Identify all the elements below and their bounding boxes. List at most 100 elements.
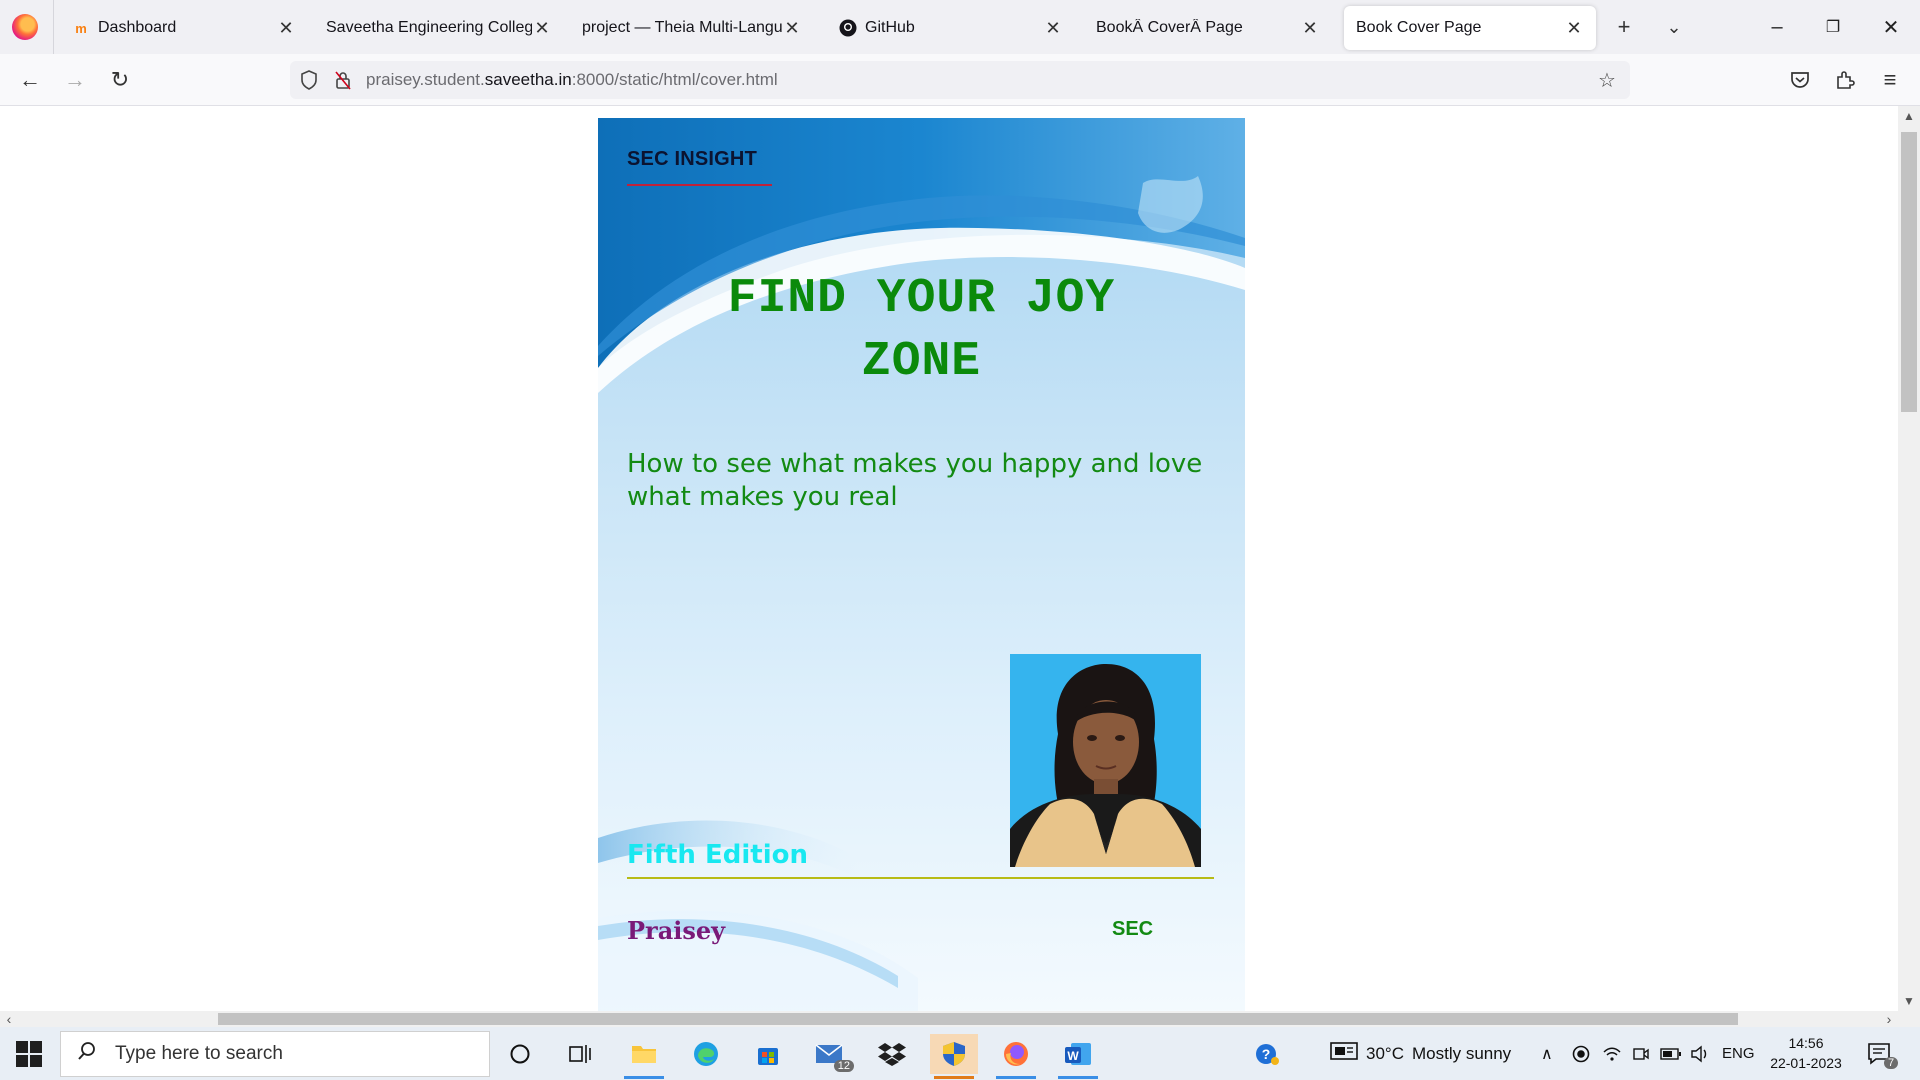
book-title: FIND YOUR JOY ZONE [618, 268, 1225, 394]
close-icon[interactable]: ✕ [1564, 18, 1584, 38]
tab-label: GitHub [865, 19, 915, 36]
weather-temperature: 30°C [1366, 1043, 1404, 1063]
url-bar[interactable]: praisey.student.saveetha.in:8000/static/… [290, 61, 1630, 99]
close-window-button[interactable]: ✕ [1868, 10, 1914, 44]
tab-book-cover[interactable]: Book Cover Page ✕ [1344, 6, 1596, 50]
firefox-icon[interactable] [12, 14, 38, 40]
svg-text:W: W [1067, 1049, 1079, 1063]
restore-button[interactable]: ❐ [1810, 10, 1856, 44]
tab-book-cover-encoded[interactable]: BookÂ CoverÂ Page ✕ [1084, 6, 1332, 50]
page-viewport: SEC INSIGHT FIND YOUR JOY ZONE How to se… [0, 106, 1898, 1011]
file-explorer-icon[interactable] [620, 1034, 668, 1079]
volume-icon[interactable] [1690, 1027, 1710, 1080]
task-view-icon[interactable] [556, 1034, 604, 1074]
vertical-scrollbar[interactable]: ▲ ▼ [1898, 106, 1920, 1011]
battery-icon[interactable] [1660, 1027, 1682, 1080]
tab-label: Book Cover Page [1356, 19, 1482, 36]
security-shield-icon[interactable] [930, 1034, 978, 1079]
scroll-down-icon[interactable]: ▼ [1898, 991, 1920, 1011]
mail-icon[interactable]: 12 [806, 1034, 854, 1074]
series-label: SEC INSIGHT [627, 148, 757, 170]
edition-divider [627, 877, 1214, 879]
tab-label: BookÂ CoverÂ Page [1096, 19, 1243, 36]
insecure-lock-icon[interactable] [332, 69, 354, 91]
mail-badge: 12 [833, 1060, 854, 1072]
title-line: ZONE [861, 335, 982, 389]
tab-separator [53, 0, 54, 54]
scroll-left-icon[interactable]: ‹ [0, 1011, 18, 1027]
horizontal-scroll-thumb[interactable] [218, 1013, 1738, 1025]
horizontal-scrollbar[interactable]: ‹ › [0, 1011, 1898, 1027]
search-icon [77, 1041, 103, 1067]
weather-description: Mostly sunny [1411, 1043, 1512, 1063]
active-indicator [996, 1076, 1036, 1079]
edition-label: Fifth Edition [627, 840, 808, 870]
edge-icon[interactable] [682, 1034, 730, 1074]
navigation-bar: ← → ↻ praisey.student.saveetha.in:8000/s… [0, 54, 1920, 106]
word-icon[interactable]: W [1054, 1034, 1102, 1079]
title-line: FIND YOUR JOY [727, 272, 1116, 326]
meet-now-icon[interactable] [1632, 1027, 1650, 1080]
new-tab-button[interactable]: + [1609, 12, 1639, 42]
cortana-icon[interactable] [496, 1034, 544, 1074]
taskbar-search-box[interactable]: Type here to search [60, 1031, 490, 1077]
close-icon[interactable]: ✕ [1300, 18, 1320, 38]
forward-button[interactable]: → [59, 64, 91, 96]
moodle-icon: m [75, 20, 87, 36]
wifi-icon[interactable] [1602, 1027, 1622, 1080]
close-icon[interactable]: ✕ [276, 18, 296, 38]
weather-widget[interactable]: 30°C Mostly sunny [1330, 1027, 1511, 1080]
reload-button[interactable]: ↻ [104, 64, 136, 96]
extensions-icon[interactable] [1829, 64, 1861, 96]
microsoft-store-icon[interactable] [744, 1034, 792, 1074]
svg-text:?: ? [1262, 1046, 1271, 1062]
active-indicator [624, 1076, 664, 1079]
tab-dashboard[interactable]: m Dashboard ✕ [60, 6, 308, 50]
clock-date: 22-01-2023 [1770, 1055, 1842, 1071]
clock-time: 14:56 [1788, 1035, 1824, 1051]
close-icon[interactable]: ✕ [1043, 18, 1063, 38]
scroll-up-icon[interactable]: ▲ [1898, 106, 1920, 126]
language-indicator[interactable]: ENG [1722, 1027, 1755, 1080]
notification-count: 7 [1884, 1057, 1899, 1069]
menu-icon[interactable]: ≡ [1874, 64, 1906, 96]
weather-icon [1330, 1041, 1358, 1066]
firefox-taskbar-icon[interactable] [992, 1034, 1040, 1079]
tab-label: project — Theia Multi-Language [582, 19, 782, 36]
author-name: Praisey [627, 916, 726, 945]
tab-saveetha[interactable]: Saveetha Engineering College ✕ [314, 6, 564, 50]
book-subtitle: How to see what makes you happy and love… [627, 449, 1203, 512]
vertical-scroll-thumb[interactable] [1901, 132, 1917, 412]
show-hidden-icons-button[interactable]: ∧ [1541, 1027, 1553, 1080]
series-underline [627, 184, 772, 186]
help-icon[interactable]: ? [1244, 1034, 1292, 1074]
tab-theia[interactable]: project — Theia Multi-Language ✕ [570, 6, 814, 50]
close-icon[interactable]: ✕ [532, 18, 552, 38]
active-indicator [1058, 1076, 1098, 1079]
scrollbar-corner [1898, 1011, 1920, 1027]
book-cover: SEC INSIGHT FIND YOUR JOY ZONE How to se… [598, 118, 1245, 1011]
tab-github[interactable]: GitHub ✕ [827, 6, 1075, 50]
active-indicator [934, 1076, 974, 1079]
publisher-name: SEC [1112, 918, 1154, 940]
close-icon[interactable]: ✕ [782, 18, 802, 38]
search-placeholder: Type here to search [115, 1043, 283, 1064]
tab-label: Dashboard [98, 19, 177, 36]
scroll-right-icon[interactable]: › [1880, 1011, 1898, 1027]
back-button[interactable]: ← [14, 64, 46, 96]
pocket-icon[interactable] [1784, 64, 1816, 96]
windows-start-icon[interactable] [16, 1041, 42, 1067]
windows-taskbar: Type here to search 12 W ? 30°C Mostly s… [0, 1027, 1920, 1080]
minimize-button[interactable]: – [1754, 10, 1800, 44]
shield-icon[interactable] [298, 69, 320, 91]
dropbox-icon[interactable] [868, 1034, 916, 1074]
bookmark-star-icon[interactable]: ☆ [1596, 69, 1618, 92]
list-all-tabs-button[interactable]: ⌄ [1659, 12, 1689, 42]
record-icon[interactable] [1572, 1027, 1590, 1080]
notifications-icon[interactable]: 7 [1866, 1027, 1899, 1080]
tab-strip: m Dashboard ✕ Saveetha Engineering Colle… [0, 0, 1920, 54]
clock[interactable]: 14:56 22-01-2023 [1766, 1033, 1846, 1073]
url-text[interactable]: praisey.student.saveetha.in:8000/static/… [366, 61, 778, 99]
github-icon [839, 19, 857, 37]
tab-label: Saveetha Engineering College [326, 19, 532, 36]
